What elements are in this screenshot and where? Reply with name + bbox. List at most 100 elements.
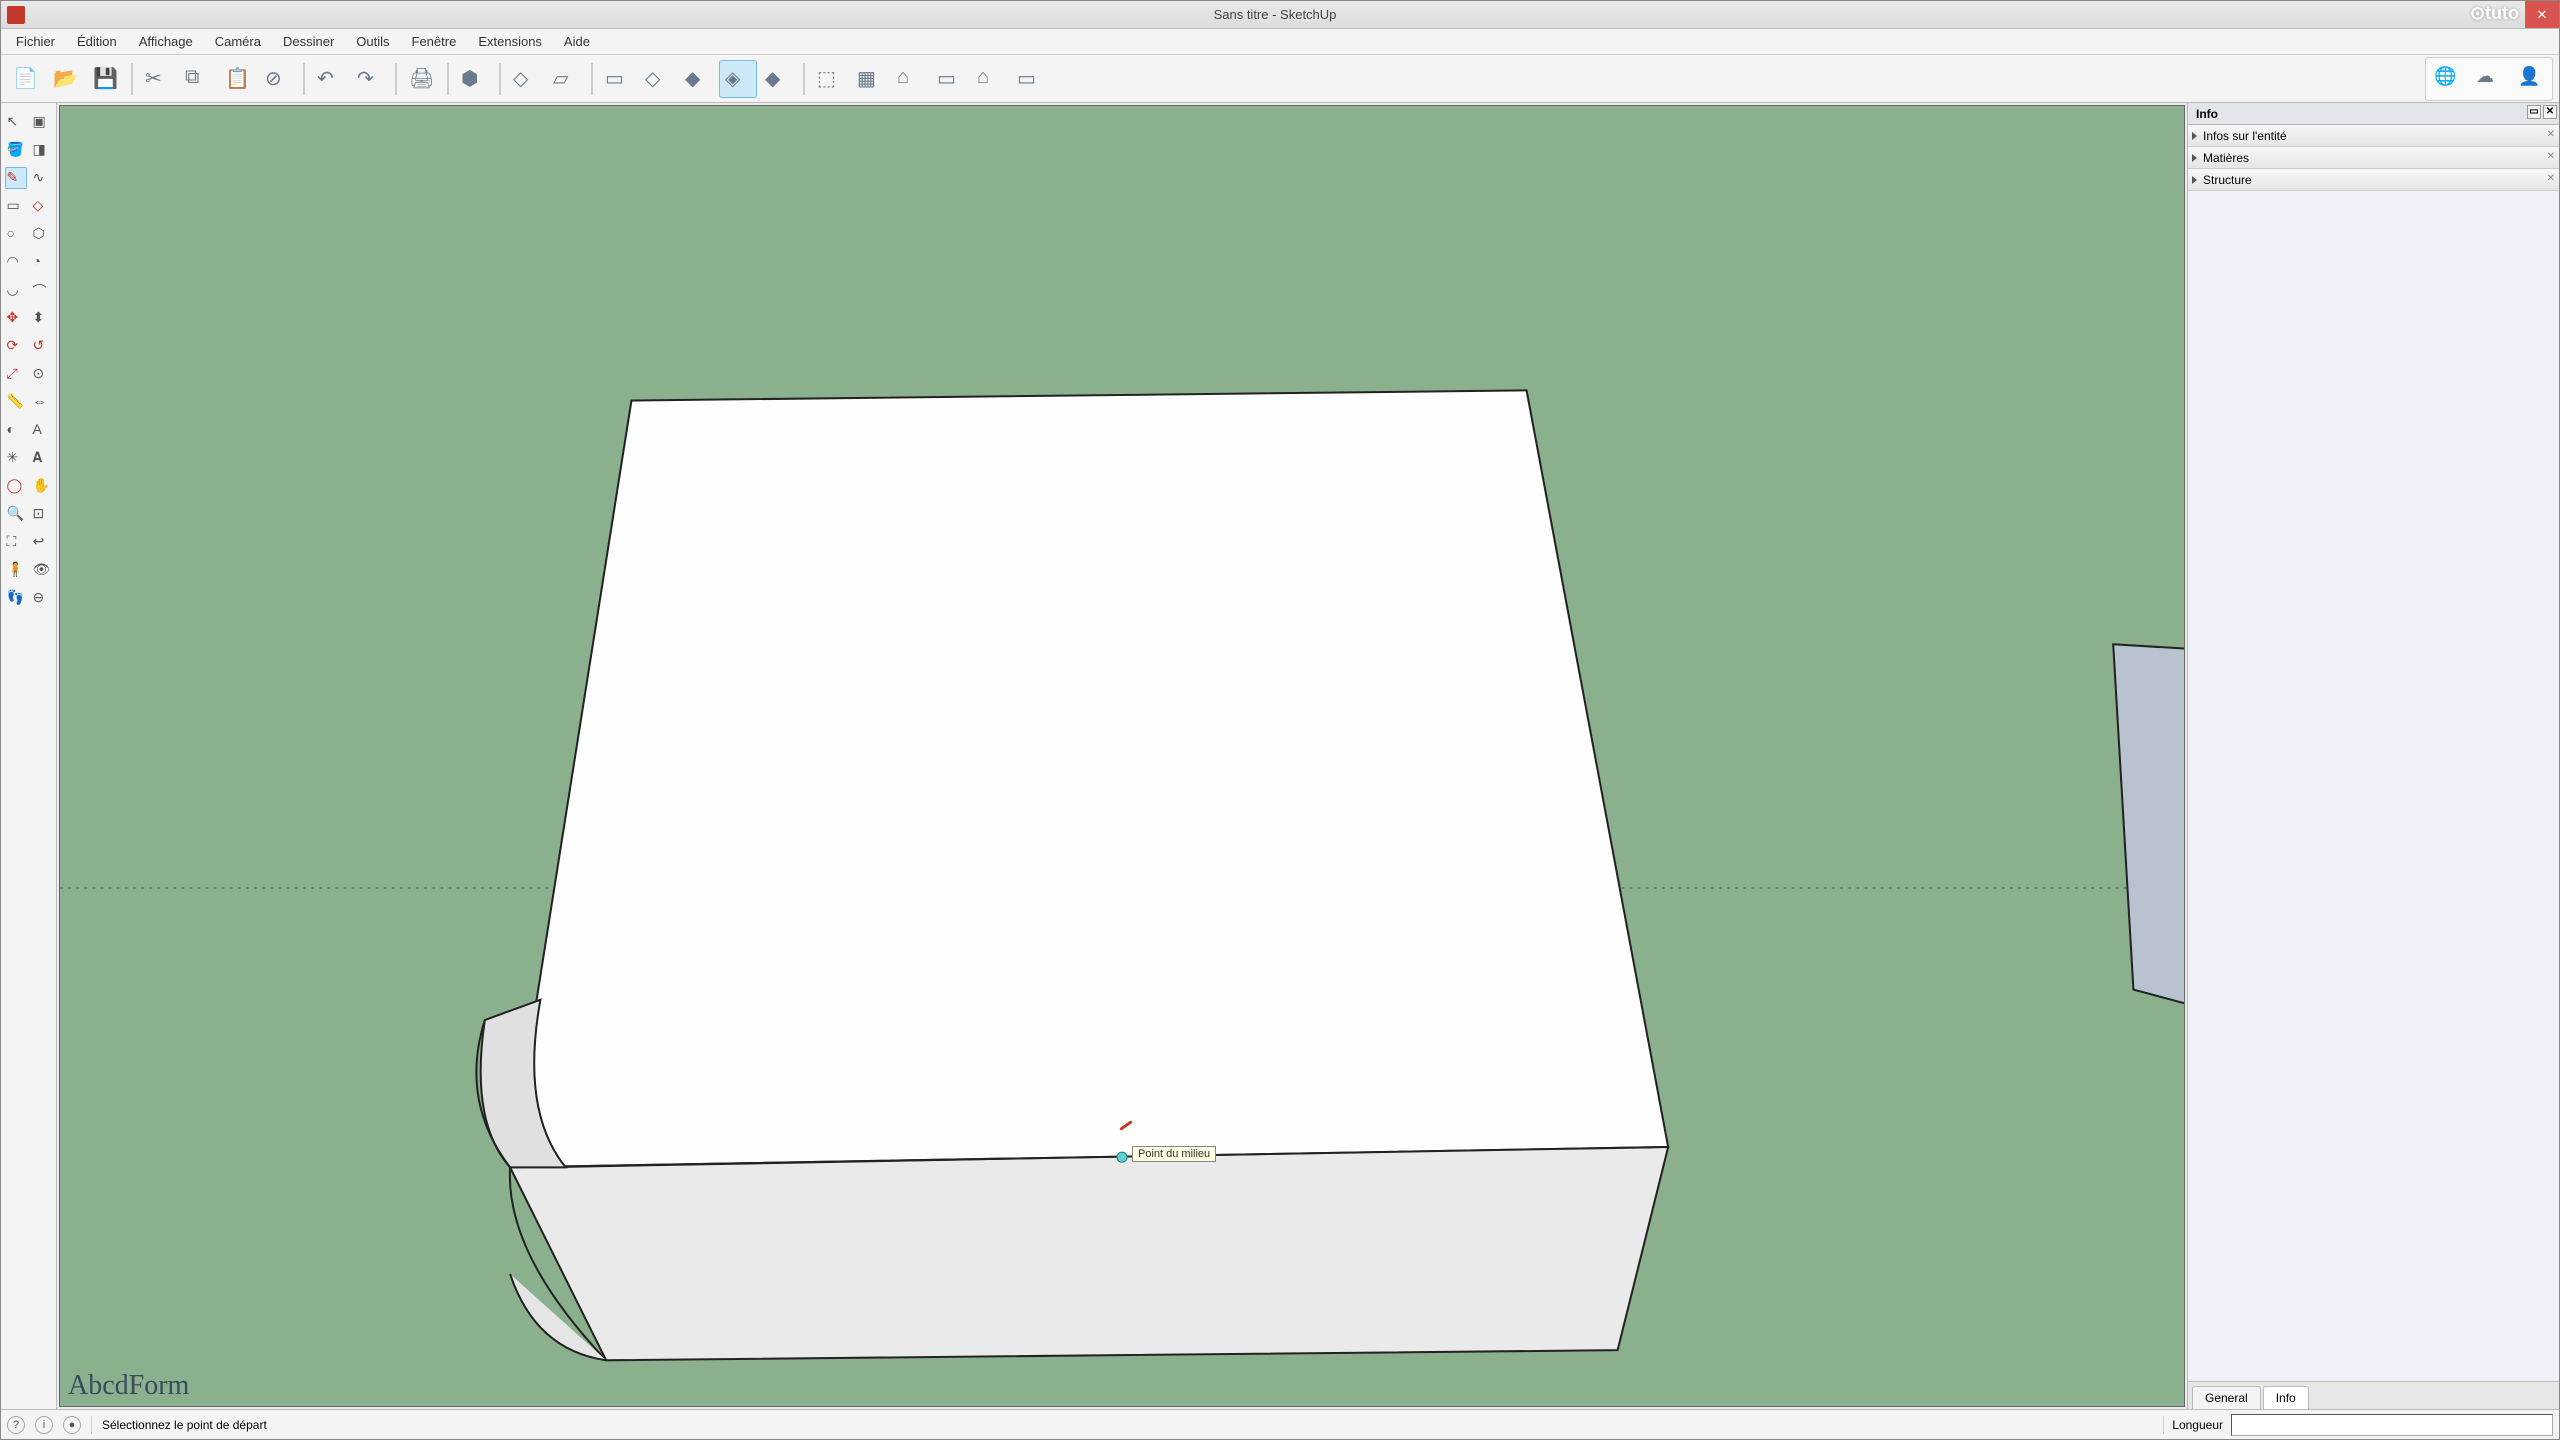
- make-component-icon[interactable]: ▣: [31, 111, 53, 133]
- arc2-icon[interactable]: ◡: [5, 279, 27, 301]
- panel-section-mati-res[interactable]: Matières✕: [2188, 147, 2559, 169]
- top-icon[interactable]: ▱: [547, 60, 585, 98]
- new-file-icon[interactable]: 📄: [7, 60, 45, 98]
- tab-info[interactable]: Info: [2263, 1386, 2309, 1409]
- section-icon[interactable]: ⊖: [31, 587, 53, 609]
- freehand-icon[interactable]: ∿: [31, 167, 53, 189]
- position-camera-icon[interactable]: 🧍: [5, 559, 27, 581]
- offset-icon[interactable]: ⊙: [31, 363, 53, 385]
- rotate-icon[interactable]: ⟳: [5, 335, 27, 357]
- select-icon[interactable]: ↖: [5, 111, 27, 133]
- user-status-icon[interactable]: ●: [63, 1416, 81, 1434]
- line-icon[interactable]: ✎: [5, 167, 27, 189]
- iso-icon[interactable]: ◇: [507, 60, 545, 98]
- tab-general[interactable]: General: [2192, 1386, 2261, 1409]
- watermark-text: AbcdForm: [68, 1370, 189, 1402]
- axes-icon[interactable]: ✳: [5, 447, 27, 469]
- menu-extensions[interactable]: Extensions: [469, 31, 551, 52]
- pencil-cursor-icon: [1117, 1118, 1135, 1136]
- pan-icon[interactable]: ✋: [31, 475, 53, 497]
- menu-dessiner[interactable]: Dessiner: [274, 31, 343, 52]
- eraser-icon[interactable]: ◨: [31, 139, 53, 161]
- protractor-icon[interactable]: ◐: [5, 419, 27, 441]
- panel-pin-button[interactable]: ▭: [2527, 105, 2541, 119]
- orbit-icon[interactable]: ◯: [5, 475, 27, 497]
- dimension-icon[interactable]: ⇔: [31, 391, 53, 413]
- model-secondary: [2113, 644, 2184, 1030]
- house-icon[interactable]: ⌂: [891, 60, 929, 98]
- print-icon[interactable]: 🖨: [403, 60, 441, 98]
- tool-row: ⤢⊙: [5, 363, 53, 385]
- section-close-icon[interactable]: ✕: [2547, 129, 2555, 140]
- paste-icon[interactable]: 📋: [219, 60, 257, 98]
- window-icon[interactable]: ⌂: [971, 60, 1009, 98]
- help-icon[interactable]: ?: [7, 1416, 25, 1434]
- panel-section-structure[interactable]: Structure✕: [2188, 169, 2559, 191]
- viewport-3d[interactable]: Point du milieu AbcdForm: [59, 105, 2185, 1407]
- close-button[interactable]: ✕: [2525, 1, 2559, 28]
- status-hint: Sélectionnez le point de départ: [102, 1418, 267, 1432]
- arc-icon[interactable]: ◠: [5, 251, 27, 273]
- menu-outils[interactable]: Outils: [347, 31, 398, 52]
- text-icon[interactable]: A: [31, 419, 53, 441]
- user-icon[interactable]: 👤: [2512, 60, 2550, 98]
- section-close-icon[interactable]: ✕: [2547, 151, 2555, 162]
- circle-icon[interactable]: ○: [5, 223, 27, 245]
- zoom-window-icon[interactable]: ⊡: [31, 503, 53, 525]
- measure-input[interactable]: [2231, 1414, 2553, 1436]
- menu-fenêtre[interactable]: Fenêtre: [403, 31, 466, 52]
- look-around-icon[interactable]: 👁: [31, 559, 53, 581]
- redo-icon[interactable]: ↷: [351, 60, 389, 98]
- wireframe-icon[interactable]: ▭: [599, 60, 637, 98]
- save-icon[interactable]: 💾: [87, 60, 125, 98]
- shaded-icon[interactable]: ◆: [679, 60, 717, 98]
- menu-caméra[interactable]: Caméra: [206, 31, 270, 52]
- monochrome-icon[interactable]: ◆: [759, 60, 797, 98]
- door-icon[interactable]: ▭: [931, 60, 969, 98]
- left-toolbar: ↖▣🪣◨✎∿▭◇○⬡◠◔◡⌒✥⬍⟳↺⤢⊙📏⇔◐A✳𝐀◯✋🔍⊡⛶↩🧍👁👣⊖: [1, 103, 57, 1409]
- rectangle-icon[interactable]: ▭: [5, 195, 27, 217]
- cut-icon[interactable]: ✂: [139, 60, 177, 98]
- delete-icon[interactable]: ⊘: [259, 60, 297, 98]
- arc3-icon[interactable]: ⌒: [31, 279, 53, 301]
- zoom-extents-icon[interactable]: ⛶: [5, 531, 27, 553]
- tool-row: ○⬡: [5, 223, 53, 245]
- open-file-icon[interactable]: 📂: [47, 60, 85, 98]
- tool-row: ↖▣: [5, 111, 53, 133]
- cloud-icon[interactable]: ☁: [2470, 60, 2508, 98]
- paint-bucket-icon[interactable]: 🪣: [5, 139, 27, 161]
- menu-fichier[interactable]: Fichier: [7, 31, 64, 52]
- menu-affichage[interactable]: Affichage: [130, 31, 202, 52]
- previous-icon[interactable]: ↩: [31, 531, 53, 553]
- hidden-line-icon[interactable]: ◇: [639, 60, 677, 98]
- group-icon[interactable]: ▦: [851, 60, 889, 98]
- zoom-icon[interactable]: 🔍: [5, 503, 27, 525]
- section-close-icon[interactable]: ✕: [2547, 173, 2555, 184]
- geo-icon[interactable]: 🌐: [2428, 60, 2466, 98]
- app-window: Sans titre - SketchUp ⊙tuto ✕ FichierÉdi…: [0, 0, 2560, 1440]
- menu-aide[interactable]: Aide: [555, 31, 599, 52]
- walk-icon[interactable]: 👣: [5, 587, 27, 609]
- panel-close-button[interactable]: ✕: [2543, 105, 2557, 119]
- panel-section-infos-sur-l-entit-[interactable]: Infos sur l'entité✕: [2188, 125, 2559, 147]
- tool-row: ◡⌒: [5, 279, 53, 301]
- followme-icon[interactable]: ↺: [31, 335, 53, 357]
- tape-icon[interactable]: 📏: [5, 391, 27, 413]
- wall-icon[interactable]: ▭: [1011, 60, 1049, 98]
- pie-icon[interactable]: ◔: [31, 251, 53, 273]
- scale-icon[interactable]: ⤢: [5, 363, 27, 385]
- pushpull-icon[interactable]: ⬍: [31, 307, 53, 329]
- rotated-rect-icon[interactable]: ◇: [31, 195, 53, 217]
- inference-tooltip: Point du milieu: [1132, 1146, 1216, 1162]
- undo-icon[interactable]: ↶: [311, 60, 349, 98]
- menu-édition[interactable]: Édition: [68, 31, 126, 52]
- component-icon[interactable]: ⬚: [811, 60, 849, 98]
- copy-icon[interactable]: ⧉: [179, 60, 217, 98]
- info-icon[interactable]: i: [35, 1416, 53, 1434]
- polygon-icon[interactable]: ⬡: [31, 223, 53, 245]
- tool-row: ▭◇: [5, 195, 53, 217]
- model-info-icon[interactable]: ⬢: [455, 60, 493, 98]
- shaded-tex-icon[interactable]: ◈: [719, 60, 757, 98]
- 3dtext-icon[interactable]: 𝐀: [31, 447, 53, 469]
- move-icon[interactable]: ✥: [5, 307, 27, 329]
